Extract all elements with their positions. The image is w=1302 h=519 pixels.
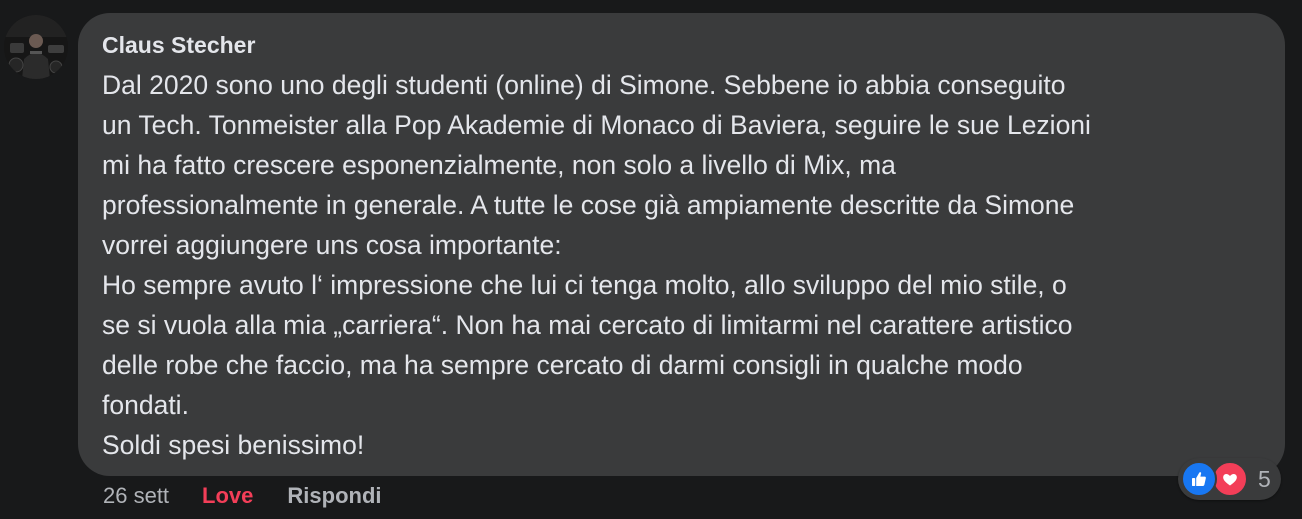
comment-line: mi ha fatto crescere esponenzialmente, n… bbox=[102, 150, 896, 180]
reaction-summary[interactable]: 5 bbox=[1178, 458, 1281, 500]
thumbs-up-icon bbox=[1181, 461, 1217, 497]
reaction-count: 5 bbox=[1258, 465, 1271, 492]
comment-line: professionalmente in generale. A tutte l… bbox=[102, 190, 1075, 220]
comment-line: Ho sempre avuto l‘ impressione che lui c… bbox=[102, 270, 1067, 300]
comment-thread: Claus Stecher Dal 2020 sono uno degli st… bbox=[0, 0, 1302, 519]
heart-icon bbox=[1212, 461, 1248, 497]
reply-button[interactable]: Rispondi bbox=[287, 483, 381, 509]
love-reaction-button[interactable]: Love bbox=[202, 483, 253, 509]
comment-line: Dal 2020 sono uno degli studenti (online… bbox=[102, 70, 1066, 100]
avatar[interactable] bbox=[4, 15, 68, 79]
avatar-photo bbox=[4, 15, 68, 79]
comment-actions: 26 sett Love Rispondi bbox=[103, 479, 382, 513]
comment-bubble: Claus Stecher Dal 2020 sono uno degli st… bbox=[78, 13, 1285, 476]
comment-line: Soldi spesi benissimo! bbox=[102, 430, 365, 460]
comment-line: vorrei aggiungere uns cosa importante: bbox=[102, 230, 562, 260]
comment-text: Dal 2020 sono uno degli studenti (online… bbox=[102, 65, 1261, 465]
comment-author[interactable]: Claus Stecher bbox=[102, 31, 1261, 59]
comment-line: se si vuola alla mia „carriera“. Non ha … bbox=[102, 310, 1073, 340]
comment-line: delle robe che faccio, ma ha sempre cerc… bbox=[102, 350, 1023, 380]
comment-timestamp[interactable]: 26 sett bbox=[103, 483, 169, 509]
comment-line: fondati. bbox=[102, 390, 189, 420]
comment-line: un Tech. Tonmeister alla Pop Akademie di… bbox=[102, 110, 1091, 140]
